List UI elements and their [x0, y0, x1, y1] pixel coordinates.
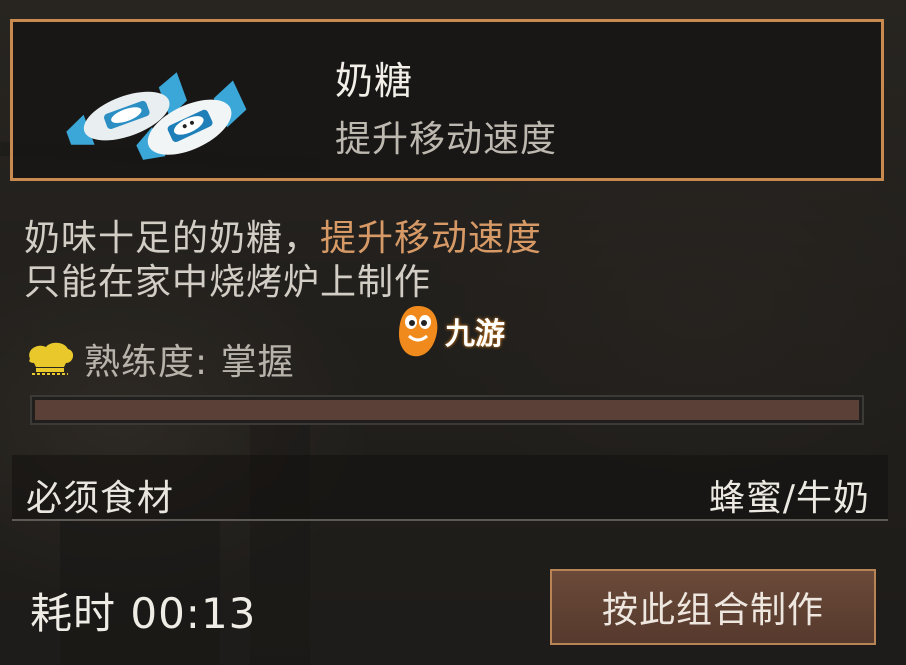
craft-time: 耗时 00:13 — [30, 589, 257, 638]
item-header-card: 奶糖 提升移动速度 — [10, 19, 884, 181]
craft-button[interactable]: 按此组合制作 — [550, 569, 876, 645]
ingredients-label: 必须食材 — [26, 478, 175, 519]
item-description: 奶味十足的奶糖，提升移动速度 只能在家中烧烤炉上制作 — [24, 217, 542, 305]
watermark-text: 九游 — [445, 317, 505, 352]
description-highlight: 提升移动速度 — [320, 218, 543, 259]
required-ingredients-row: 必须食材 蜂蜜/牛奶 — [12, 455, 888, 521]
description-line-1: 奶味十足的奶糖，提升移动速度 — [24, 217, 542, 261]
item-name: 奶糖 — [335, 59, 414, 103]
item-effect: 提升移动速度 — [335, 119, 558, 160]
description-line-2: 只能在家中烧烤炉上制作 — [24, 262, 432, 303]
description-text: 奶味十足的奶糖， — [24, 218, 321, 259]
mastery-progress-bar — [30, 395, 864, 425]
watermark-mascot-icon — [399, 306, 438, 357]
recipe-detail-panel: 奶糖 提升移动速度 奶味十足的奶糖，提升移动速度 只能在家中烧烤炉上制作 熟练度… — [0, 0, 906, 665]
mastery-label: 熟练度: 掌握 — [84, 342, 295, 383]
ingredients-value: 蜂蜜/牛奶 — [708, 478, 870, 519]
mastery-progress-fill — [35, 400, 859, 420]
chef-hat-icon — [29, 342, 74, 375]
milk-candy-icon — [66, 72, 247, 160]
mastery-row: 熟练度: 掌握 — [24, 334, 295, 384]
watermark: 九游 — [395, 304, 505, 358]
